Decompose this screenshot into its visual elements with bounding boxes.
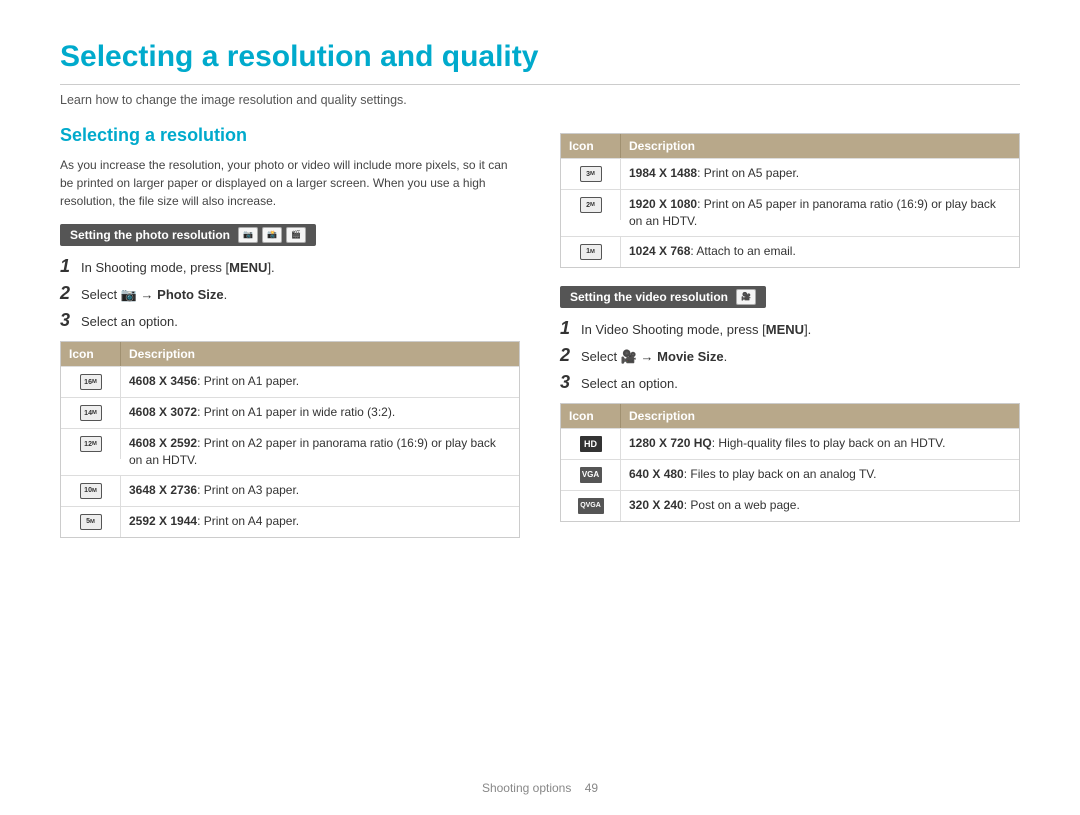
camera2-icon: 📸	[262, 227, 282, 243]
page-subtitle: Learn how to change the image resolution…	[60, 93, 1020, 107]
table-row: 5M 2592 X 1944: Print on A4 paper.	[61, 506, 519, 537]
row-icon: 2M	[561, 190, 621, 220]
photo-step-3: 3 Select an option.	[60, 310, 520, 331]
table-header-icon: Icon	[561, 134, 621, 158]
page: Selecting a resolution and quality Learn…	[0, 0, 1080, 815]
photo-resolution-icons: 📷 📸 🎬	[238, 227, 306, 243]
row-desc: 640 X 480: Files to play back on an anal…	[621, 460, 1019, 489]
table-row: 14M 4608 X 3072: Print on A1 paper in wi…	[61, 397, 519, 428]
video-resolution-bar: Setting the video resolution 🎥	[560, 286, 766, 308]
table-header-desc: Description	[621, 404, 1019, 428]
row-icon: 5M	[61, 507, 121, 537]
table-header-desc: Description	[621, 134, 1019, 158]
row-icon: 12M	[61, 429, 121, 459]
photo-table2-header: Icon Description	[561, 134, 1019, 158]
row-icon: 14M	[61, 398, 121, 428]
video-step-1: 1 In Video Shooting mode, press [MENU].	[560, 318, 1020, 339]
camera-icon: 📷	[238, 227, 258, 243]
main-content: Selecting a resolution As you increase t…	[60, 125, 1020, 552]
table-row: VGA 640 X 480: Files to play back on an …	[561, 459, 1019, 490]
right-column: Icon Description 3M 1984 X 1488: Print o…	[560, 125, 1020, 552]
video-table-header: Icon Description	[561, 404, 1019, 428]
photo-resolution-table-2: Icon Description 3M 1984 X 1488: Print o…	[560, 133, 1020, 268]
row-icon: VGA	[561, 460, 621, 490]
video-camera-icon: 🎥	[736, 289, 756, 305]
section-heading-resolution: Selecting a resolution	[60, 125, 520, 146]
left-column: Selecting a resolution As you increase t…	[60, 125, 520, 552]
row-desc: 1280 X 720 HQ: High-quality files to pla…	[621, 429, 1019, 458]
section-description: As you increase the resolution, your pho…	[60, 156, 520, 210]
row-icon: 10M	[61, 476, 121, 506]
table-row: 16M 4608 X 3456: Print on A1 paper.	[61, 366, 519, 397]
footer-text: Shooting options	[482, 781, 571, 795]
row-desc: 2592 X 1944: Print on A4 paper.	[121, 507, 519, 536]
video-resolution-table: Icon Description HD 1280 X 720 HQ: High-…	[560, 403, 1020, 522]
photo-resolution-label: Setting the photo resolution	[70, 228, 230, 242]
row-desc: 1024 X 768: Attach to an email.	[621, 237, 1019, 266]
table-row: 1M 1024 X 768: Attach to an email.	[561, 236, 1019, 267]
photo-resolution-table: Icon Description 16M 4608 X 3456: Print …	[60, 341, 520, 538]
table-row: 2M 1920 X 1080: Print on A5 paper in pan…	[561, 189, 1019, 236]
video-step-3: 3 Select an option.	[560, 372, 1020, 393]
photo-step-1: 1 In Shooting mode, press [MENU].	[60, 256, 520, 277]
table-row: 12M 4608 X 2592: Print on A2 paper in pa…	[61, 428, 519, 475]
row-desc: 4608 X 2592: Print on A2 paper in panora…	[121, 429, 519, 475]
row-desc: 4608 X 3456: Print on A1 paper.	[121, 367, 519, 396]
table-row: QVGA 320 X 240: Post on a web page.	[561, 490, 1019, 521]
video-section: Setting the video resolution 🎥 1 In Vide…	[560, 286, 1020, 522]
row-icon: HD	[561, 429, 621, 459]
table-row: 10M 3648 X 2736: Print on A3 paper.	[61, 475, 519, 506]
photo-table-header: Icon Description	[61, 342, 519, 366]
photo-step-2: 2 Select 📷 → Photo Size.	[60, 283, 520, 304]
video-step-2: 2 Select 🎥 → Movie Size.	[560, 345, 1020, 366]
row-desc: 1920 X 1080: Print on A5 paper in panora…	[621, 190, 1019, 236]
video-resolution-label: Setting the video resolution	[570, 290, 728, 304]
video-icon: 🎬	[286, 227, 306, 243]
table-header-icon: Icon	[561, 404, 621, 428]
row-icon: 1M	[561, 237, 621, 267]
table-header-desc: Description	[121, 342, 519, 366]
video-steps: 1 In Video Shooting mode, press [MENU]. …	[560, 318, 1020, 393]
row-icon: 16M	[61, 367, 121, 397]
row-icon: QVGA	[561, 491, 621, 521]
row-desc: 320 X 240: Post on a web page.	[621, 491, 1019, 520]
video-resolution-icons: 🎥	[736, 289, 756, 305]
footer-page-num: 49	[585, 781, 598, 795]
page-title: Selecting a resolution and quality	[60, 40, 1020, 85]
row-desc: 4608 X 3072: Print on A1 paper in wide r…	[121, 398, 519, 427]
footer: Shooting options 49	[0, 781, 1080, 795]
table-header-icon: Icon	[61, 342, 121, 366]
photo-steps: 1 In Shooting mode, press [MENU]. 2 Sele…	[60, 256, 520, 331]
photo-resolution-bar: Setting the photo resolution 📷 📸 🎬	[60, 224, 316, 246]
row-desc: 3648 X 2736: Print on A3 paper.	[121, 476, 519, 505]
table-row: HD 1280 X 720 HQ: High-quality files to …	[561, 428, 1019, 459]
row-icon: 3M	[561, 159, 621, 189]
row-desc: 1984 X 1488: Print on A5 paper.	[621, 159, 1019, 188]
table-row: 3M 1984 X 1488: Print on A5 paper.	[561, 158, 1019, 189]
